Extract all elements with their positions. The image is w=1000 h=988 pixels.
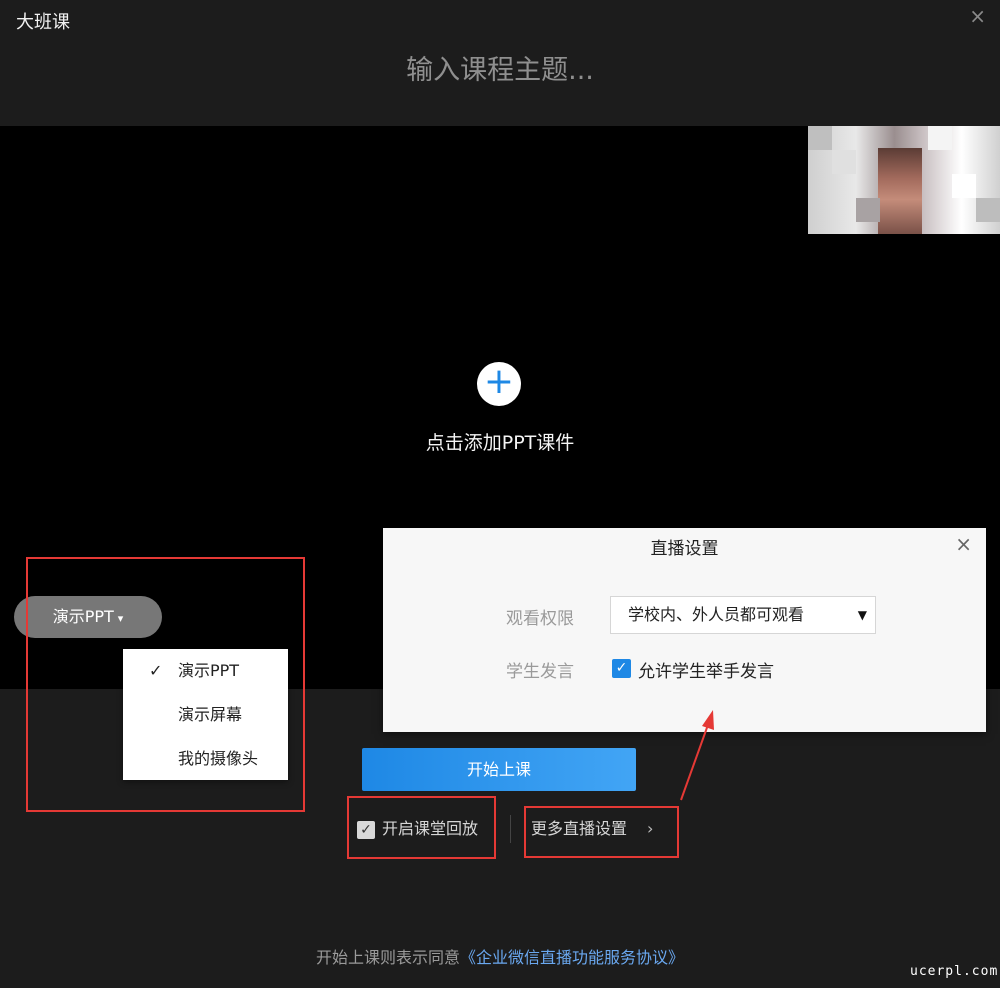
caret-down-icon: ▼ <box>857 608 867 622</box>
camera-preview <box>808 126 1000 234</box>
window-close-icon[interactable]: × <box>969 4 986 28</box>
annotation-box-more <box>524 806 679 858</box>
view-permission-value: 学校内、外人员都可观看 <box>628 605 805 624</box>
watermark-text: ucerpl.com <box>910 964 999 979</box>
camera-pixel-block <box>832 150 856 174</box>
course-title-input[interactable]: 输入课程主题... <box>0 48 1000 87</box>
camera-pixel-block <box>928 126 952 150</box>
check-icon[interactable]: ✓ <box>612 659 631 678</box>
agreement-link[interactable]: 《企业微信直播功能服务协议》 <box>460 948 684 967</box>
camera-pixel-block <box>856 198 880 222</box>
live-settings-dialog: 直播设置 × 观看权限 学校内、外人员都可观看 ▼ 学生发言 ✓ 允许学生举手发… <box>383 528 986 732</box>
window-title: 大班课 <box>16 12 70 33</box>
add-ppt-label[interactable]: 点击添加PPT课件 <box>0 428 1000 455</box>
annotation-box-replay <box>347 796 496 859</box>
camera-person-blur <box>878 148 922 234</box>
allow-raise-hand-label[interactable]: 允许学生举手发言 <box>638 657 774 682</box>
student-speech-label: 学生发言 <box>506 662 574 682</box>
view-permission-label: 观看权限 <box>506 609 574 629</box>
live-settings-title: 直播设置 <box>650 539 719 559</box>
view-permission-select[interactable]: 学校内、外人员都可观看 ▼ <box>610 596 876 634</box>
camera-pixel-block <box>976 198 1000 222</box>
annotation-box-mode <box>26 557 305 812</box>
close-icon[interactable]: × <box>955 532 972 556</box>
camera-pixel-block <box>952 174 976 198</box>
camera-pixel-block <box>808 126 832 150</box>
add-ppt-button[interactable]: + <box>477 362 521 406</box>
agreement-prefix: 开始上课则表示同意 <box>315 948 460 967</box>
agreement-text: 开始上课则表示同意《企业微信直播功能服务协议》 <box>0 944 1000 968</box>
start-class-button[interactable]: 开始上课 <box>362 748 636 791</box>
action-divider <box>510 815 511 843</box>
